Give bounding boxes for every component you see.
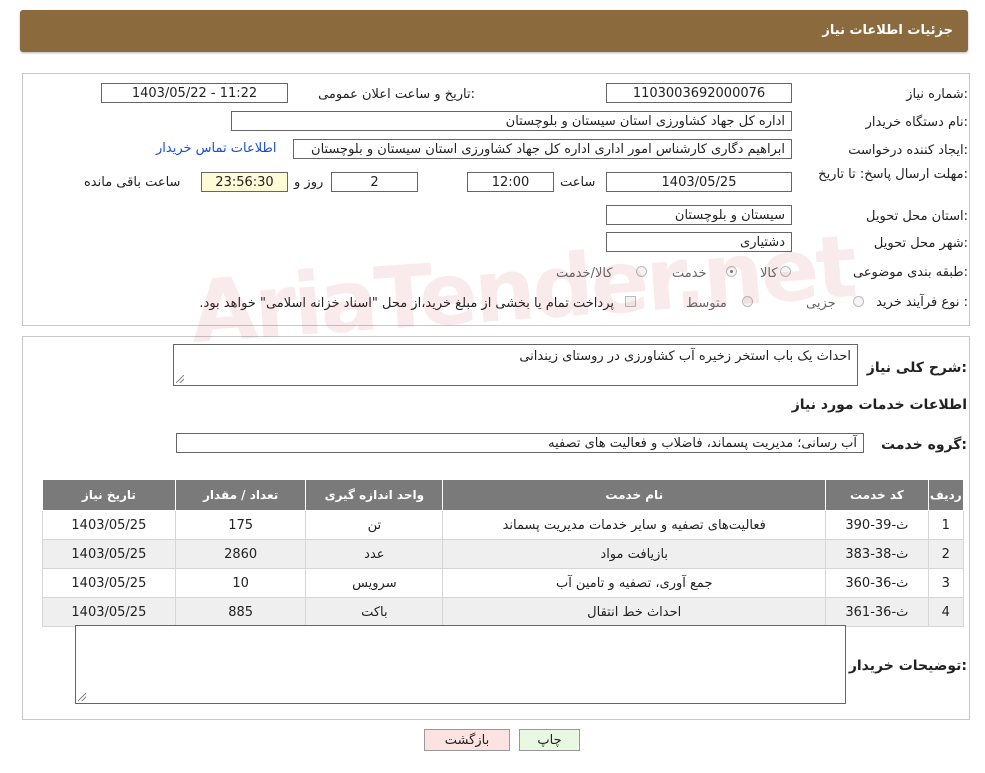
service-name: جمع آوری، تصفیه و تامین آب xyxy=(442,568,827,598)
purchase-medium-radio[interactable] xyxy=(742,296,753,307)
table-row: 3 ث-36-360 جمع آوری، تصفیه و تامین آب سر… xyxy=(42,568,965,598)
back-button[interactable]: بازگشت xyxy=(424,729,510,751)
payment-note: پرداخت تمام یا بخشی از مبلغ خرید،از محل … xyxy=(199,296,614,311)
summary-textarea[interactable]: احداث یک باب استخر زخیره آب کشاورزی در ر… xyxy=(173,344,858,386)
days-field: 2 xyxy=(331,172,418,192)
quantity: 175 xyxy=(174,510,307,540)
category-label: طبقه بندی موضوعی: xyxy=(852,265,968,280)
resize-grip-icon[interactable] xyxy=(78,693,86,701)
col-date-header: تاریخ نیاز xyxy=(42,479,176,511)
service-group-label: گروه خدمت: xyxy=(881,437,967,453)
table-row: 1 ث-39-390 فعالیت‌های تصفیه و سایر خدمات… xyxy=(42,510,965,540)
creator-label: ایجاد کننده درخواست: xyxy=(848,143,968,158)
col-qty-header: تعداد / مقدار xyxy=(174,479,307,511)
need-date: 1403/05/25 xyxy=(42,539,176,569)
announce-label: تاریخ و ساعت اعلان عمومی: xyxy=(318,87,475,102)
category-service-radio[interactable] xyxy=(726,266,737,277)
category-service-label: خدمت xyxy=(672,266,707,281)
category-goods-service-radio[interactable] xyxy=(636,266,647,277)
remaining-label: ساعت باقی مانده xyxy=(84,175,181,190)
table-row: 4 ث-36-361 احداث خط انتقال باکت 885 1403… xyxy=(42,597,965,627)
need-number-label: شماره نیاز: xyxy=(906,87,968,102)
page-title: جزئیات اطلاعات نیاز xyxy=(822,23,953,38)
treasury-payment-checkbox[interactable] xyxy=(625,296,636,307)
service-group-field: آب رسانی؛ مدیریت پسماند، فاضلاب و فعالیت… xyxy=(176,433,864,453)
province-field: سیستان و بلوچستان xyxy=(606,205,792,225)
table-row: 2 ث-38-383 بازیافت مواد عدد 2860 1403/05… xyxy=(42,539,965,569)
purchase-medium-label: متوسط xyxy=(686,296,727,311)
purchase-minor-label: جزیی xyxy=(806,296,836,311)
purchase-type-label: نوع فرآیند خرید : xyxy=(876,295,968,310)
quantity: 885 xyxy=(174,597,307,627)
summary-label: شرح کلی نیاز: xyxy=(866,360,967,376)
resize-grip-icon[interactable] xyxy=(176,375,184,383)
service-code: ث-39-390 xyxy=(825,510,929,540)
category-goods-label: کالا xyxy=(760,266,778,281)
deadline-label: مهلت ارسال پاسخ: تا تاریخ: xyxy=(818,167,968,182)
purchase-minor-radio[interactable] xyxy=(853,296,864,307)
buyer-notes-label: توضیحات خریدار: xyxy=(848,658,967,674)
days-label: روز و xyxy=(294,175,324,190)
summary-text: احداث یک باب استخر زخیره آب کشاورزی در ر… xyxy=(519,349,851,364)
quantity: 2860 xyxy=(174,539,307,569)
category-goods-radio[interactable] xyxy=(780,266,791,277)
announce-field: 1403/05/22 - 11:22 xyxy=(101,83,288,103)
col-row-header: ردیف xyxy=(927,479,965,511)
col-name-header: نام خدمت xyxy=(442,479,827,511)
deadline-date-field: 1403/05/25 xyxy=(606,172,792,192)
quantity: 10 xyxy=(174,568,307,598)
services-table: ردیف کد خدمت نام خدمت واحد اندازه گیری ت… xyxy=(42,479,965,627)
unit: تن xyxy=(305,510,444,540)
buyer-org-field: اداره کل جهاد کشاورزی استان سیستان و بلو… xyxy=(231,111,792,131)
remaining-time-field: 23:56:30 xyxy=(201,172,288,192)
province-label: استان محل تحویل: xyxy=(866,209,968,224)
row-index: 2 xyxy=(927,539,965,569)
service-name: احداث خط انتقال xyxy=(442,597,827,627)
unit: باکت xyxy=(305,597,444,627)
table-header-row: ردیف کد خدمت نام خدمت واحد اندازه گیری ت… xyxy=(42,479,965,511)
need-number-field: 1103003692000076 xyxy=(606,83,792,103)
unit: سرویس xyxy=(305,568,444,598)
city-label: شهر محل تحویل: xyxy=(873,236,968,251)
service-code: ث-36-361 xyxy=(825,597,929,627)
service-code: ث-38-383 xyxy=(825,539,929,569)
service-code: ث-36-360 xyxy=(825,568,929,598)
contact-buyer-link[interactable]: اطلاعات تماس خریدار xyxy=(156,141,276,156)
deadline-time-field: 12:00 xyxy=(467,172,554,192)
creator-field: ابراهیم دگاری کارشناس امور اداری اداره ک… xyxy=(293,139,792,159)
buyer-notes-textarea[interactable] xyxy=(75,625,846,704)
row-index: 4 xyxy=(927,597,965,627)
need-date: 1403/05/25 xyxy=(42,568,176,598)
service-name: فعالیت‌های تصفیه و سایر خدمات مدیریت پسم… xyxy=(442,510,827,540)
need-date: 1403/05/25 xyxy=(42,510,176,540)
buyer-org-label: نام دستگاه خریدار: xyxy=(865,115,968,130)
row-index: 1 xyxy=(927,510,965,540)
row-index: 3 xyxy=(927,568,965,598)
print-button[interactable]: چاپ xyxy=(519,729,580,751)
col-code-header: کد خدمت xyxy=(825,479,929,511)
service-name: بازیافت مواد xyxy=(442,539,827,569)
unit: عدد xyxy=(305,539,444,569)
col-unit-header: واحد اندازه گیری xyxy=(305,479,444,511)
page-header: جزئیات اطلاعات نیاز xyxy=(20,10,968,52)
services-title: اطلاعات خدمات مورد نیاز xyxy=(791,397,967,413)
time-label: ساعت xyxy=(560,175,596,190)
category-goods-service-label: کالا/خدمت xyxy=(556,266,613,281)
need-date: 1403/05/25 xyxy=(42,597,176,627)
city-field: دشتیاری xyxy=(606,232,792,252)
